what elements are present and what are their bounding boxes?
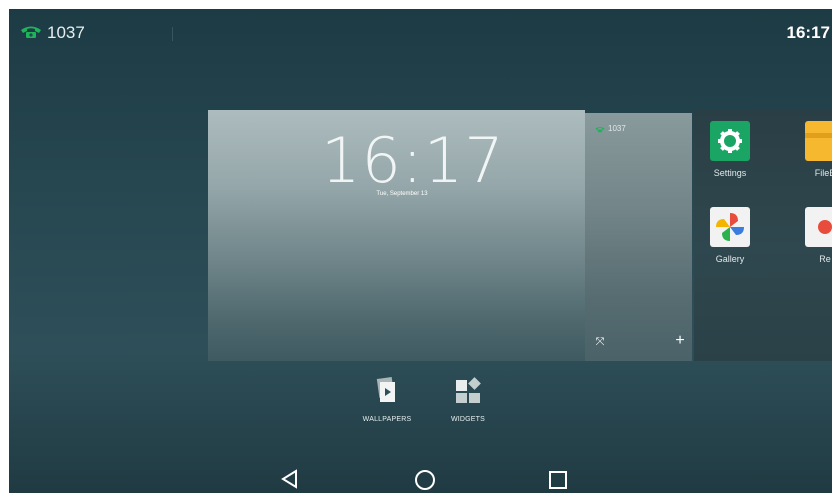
wallpapers-label: WALLPAPERS [362,416,412,423]
app-file-browser[interactable]: FileB [795,121,832,178]
mini-phone-icon [595,127,605,133]
app-label-gallery: Gallery [715,254,745,264]
widgets-icon [456,377,481,403]
screen: 1037 16:17 16:17 Tue, September 13 1037 … [9,9,832,493]
expand-icon[interactable]: ⤧ [593,336,607,349]
mini-extension: 1037 [608,124,626,133]
gallery-icon [710,207,750,247]
clock-date: Tue, September 13 [376,191,428,197]
app-gallery[interactable]: Gallery [700,207,760,264]
app-label-recorder: Re [819,254,831,264]
recorder-icon [805,207,832,247]
widgets-label: WIDGETS [450,416,486,423]
recents-icon[interactable] [545,466,571,492]
navigation-bar [9,464,832,493]
wallpapers-icon [376,376,395,402]
wallpapers-button[interactable]: WALLPAPERS [347,376,427,423]
settings-icon [710,121,750,161]
apps-page-preview[interactable]: Settings FileB [694,110,832,361]
app-label-file-browser: FileB [814,168,832,178]
status-divider [172,27,173,41]
widgets-button[interactable]: WIDGETS [428,377,508,423]
home-page-preview[interactable]: 16:17 Tue, September 13 [208,110,585,361]
app-settings[interactable]: Settings [700,121,760,178]
device-frame: 1037 16:17 16:17 Tue, September 13 1037 … [0,0,832,493]
status-bar: 1037 16:17 [9,9,832,49]
status-extension: 1037 [47,23,85,42]
app-recorder[interactable]: Re [795,207,832,264]
status-time: 16:17 [786,23,830,42]
phone-icon [21,26,41,38]
home-screens-panel: 16:17 Tue, September 13 1037 ⤧ + Setting… [208,110,832,361]
file-browser-icon [805,121,832,161]
status-page-preview[interactable]: 1037 ⤧ + [585,113,692,361]
app-label-settings: Settings [713,168,747,178]
clock-widget: 16:17 [321,124,505,197]
add-page-button[interactable]: + [673,332,687,350]
back-icon[interactable] [277,466,303,492]
home-icon[interactable] [412,466,438,492]
